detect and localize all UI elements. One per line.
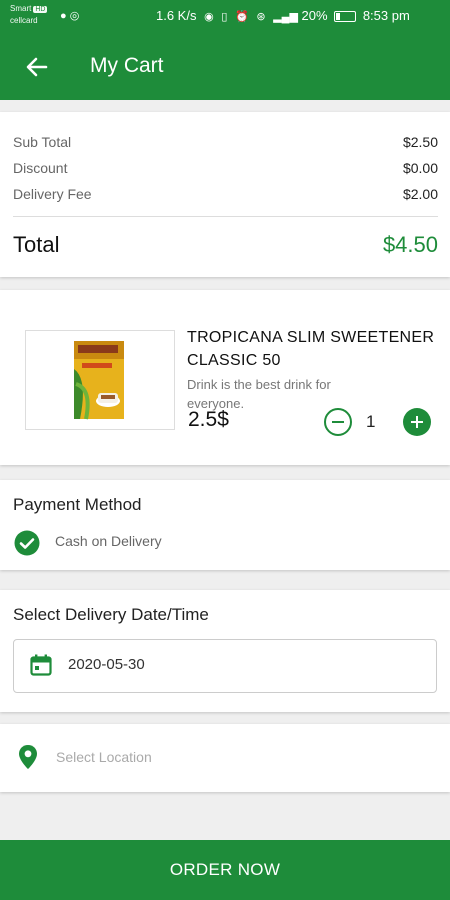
subtotal-row: Sub Total $2.50 <box>13 134 438 150</box>
payment-title: Payment Method <box>13 495 142 514</box>
order-summary-card: Sub Total $2.50 Discount $0.00 Delivery … <box>0 112 450 277</box>
carrier-info: Smart HD cellcard <box>10 3 48 26</box>
app-bar: My Cart <box>0 34 450 100</box>
product-name: TROPICANA SLIM SWEETENER CLASSIC 50 <box>187 329 435 369</box>
delivery-fee-label: Delivery Fee <box>13 186 92 202</box>
signal-icon: ▂▄▆ <box>273 11 298 23</box>
page-title: My Cart <box>90 54 164 77</box>
hd-badge: HD <box>33 6 48 13</box>
select-location-field[interactable]: Select Location <box>0 724 450 792</box>
clock: 8:53 pm <box>362 8 410 23</box>
whatsapp-icon: ◎ <box>69 10 80 22</box>
cart-item: TROPICANA SLIM SWEETENER CLASSIC 50 Drin… <box>12 302 438 454</box>
total-label: Total <box>13 232 60 257</box>
discount-label: Discount <box>13 160 68 176</box>
status-right: 1.6 K/s ◉ ▯ ⏰ ⊛ ▂▄▆ 20% 8:53 pm <box>156 8 410 23</box>
location-placeholder: Select Location <box>56 749 152 765</box>
carrier-name-1: Smart <box>10 4 32 13</box>
vibrate-icon: ▯ <box>221 11 228 23</box>
discount-row: Discount $0.00 <box>13 160 438 176</box>
notification-icons: ● ◎ <box>60 9 79 22</box>
arrow-left-icon <box>26 57 48 77</box>
discount-value: $0.00 <box>402 160 438 176</box>
product-price: 2.5$ <box>188 408 229 431</box>
order-now-button[interactable]: ORDER NOW <box>0 840 450 900</box>
cart-item-card: TROPICANA SLIM SWEETENER CLASSIC 50 Drin… <box>0 290 450 465</box>
product-image <box>25 330 175 430</box>
calendar-icon <box>30 654 52 676</box>
location-pin-icon <box>19 745 37 769</box>
product-box-image <box>74 341 124 420</box>
payment-option-label: Cash on Delivery <box>55 533 162 549</box>
payment-method-card: Payment Method Cash on Delivery <box>0 480 450 570</box>
delivery-title: Select Delivery Date/Time <box>13 605 209 624</box>
delivery-fee-value: $2.00 <box>402 186 438 202</box>
alarm-icon: ⏰ <box>235 11 249 23</box>
delivery-fee-row: Delivery Fee $2.00 <box>13 186 438 202</box>
total-row: Total $4.50 <box>13 232 438 258</box>
battery-percent: 20% <box>301 8 328 23</box>
subtotal-value: $2.50 <box>402 134 438 150</box>
delivery-date-value: 2020-05-30 <box>68 656 145 673</box>
subtotal-label: Sub Total <box>13 134 72 150</box>
hotspot-icon: ◉ <box>204 11 214 23</box>
summary-divider <box>13 216 438 217</box>
increase-quantity-button[interactable] <box>403 408 431 436</box>
messenger-icon: ● <box>60 10 67 22</box>
carrier-name-2: cellcard <box>10 16 38 25</box>
battery-icon <box>334 11 357 23</box>
delivery-date-card: Select Delivery Date/Time 2020-05-30 <box>0 590 450 712</box>
check-circle-icon <box>14 530 40 556</box>
status-bar: Smart HD cellcard ● ◎ 1.6 K/s ◉ ▯ ⏰ ⊛ ▂▄▆… <box>0 0 450 34</box>
network-speed: 1.6 K/s <box>156 8 197 23</box>
wifi-icon: ⊛ <box>256 11 266 23</box>
quantity-value: 1 <box>366 412 376 431</box>
total-value: $4.50 <box>382 232 438 257</box>
back-button[interactable] <box>22 52 52 82</box>
decrease-quantity-button[interactable] <box>324 408 352 436</box>
delivery-date-field[interactable]: 2020-05-30 <box>13 639 437 693</box>
